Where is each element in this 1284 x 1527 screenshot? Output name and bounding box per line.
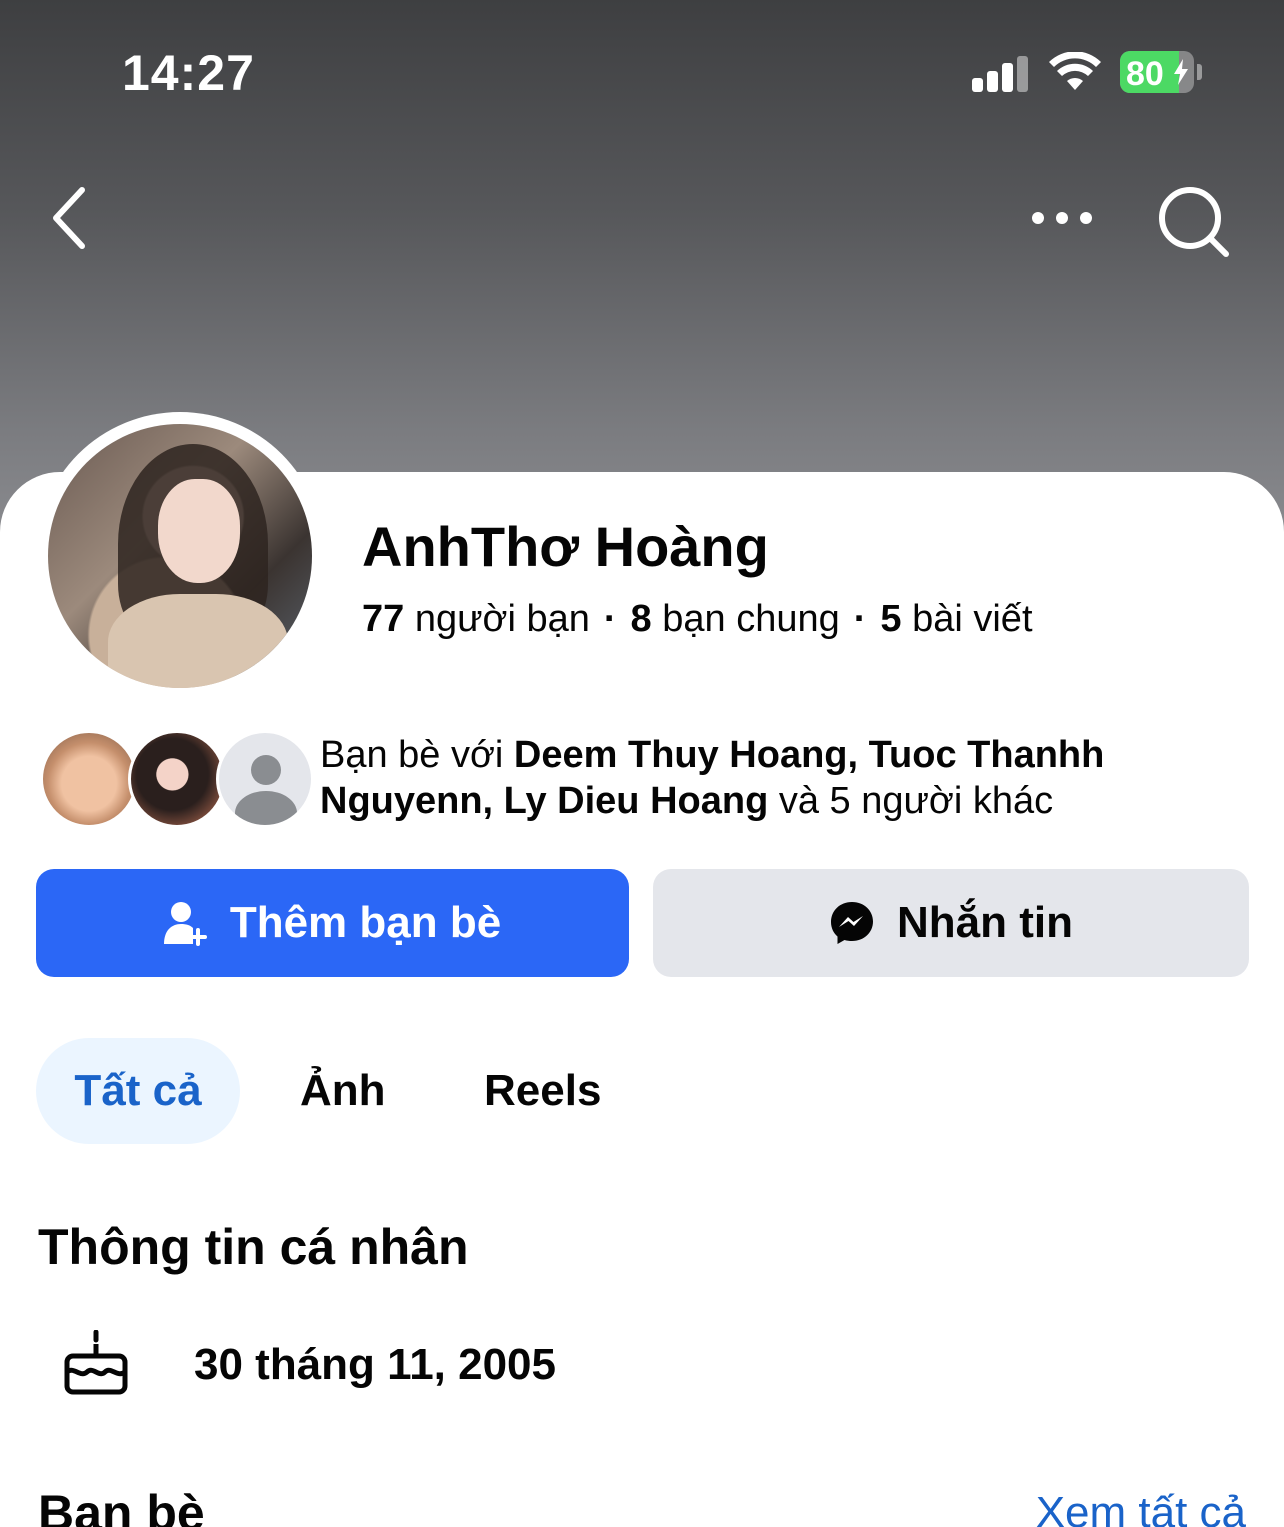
add-friend-button[interactable]: Thêm bạn bè [36, 869, 629, 977]
message-label: Nhắn tin [897, 898, 1073, 947]
tab-all[interactable]: Tất cả [36, 1038, 240, 1144]
search-icon [1159, 187, 1229, 257]
more-options-button[interactable] [1024, 196, 1100, 240]
profile-avatar[interactable] [48, 424, 312, 688]
back-button[interactable] [40, 180, 100, 256]
message-button[interactable]: Nhắn tin [653, 869, 1249, 977]
default-avatar-icon [216, 730, 314, 828]
profile-stats: 77 người bạn · 8 bạn chung · 5 bài viết [362, 598, 1033, 640]
mutual-friends-text[interactable]: Bạn bè với Deem Thuy Hoang, Tuoc Thanhh … [320, 732, 1250, 824]
birthday-value: 30 tháng 11, 2005 [194, 1340, 556, 1389]
see-all-friends-link[interactable]: Xem tất cả [1036, 1488, 1246, 1527]
status-bar: 14:27 80 [0, 0, 1284, 140]
signal-icon [972, 56, 1028, 92]
profile-name: AnhThơ Hoàng [362, 515, 769, 578]
wifi-icon [1049, 52, 1101, 90]
battery-icon: 80 [1120, 51, 1194, 93]
search-button[interactable] [1152, 180, 1236, 264]
birthday-cake-icon [64, 1330, 128, 1395]
status-time: 14:27 [122, 45, 255, 101]
chevron-left-icon [53, 187, 85, 249]
charging-bolt-icon [1174, 59, 1188, 85]
mutual-friends-avatars[interactable] [40, 730, 314, 830]
battery-tip [1197, 64, 1202, 80]
add-friend-icon [163, 902, 207, 946]
personal-info-title: Thông tin cá nhân [38, 1219, 469, 1275]
mutual-stat[interactable]: 8 bạn chung [631, 598, 840, 640]
more-horizontal-icon [1032, 212, 1092, 224]
tab-photos[interactable]: Ảnh [300, 1038, 386, 1144]
friends-section-title: Bạn bè [38, 1485, 205, 1527]
friends-stat[interactable]: 77 người bạn [362, 598, 590, 640]
mutual-avatar [40, 730, 138, 828]
mutual-avatar [128, 730, 226, 828]
tab-reels[interactable]: Reels [484, 1038, 601, 1144]
messenger-icon [831, 902, 873, 944]
battery-percent: 80 [1126, 55, 1164, 93]
posts-stat[interactable]: 5 bài viết [880, 598, 1032, 640]
add-friend-label: Thêm bạn bè [229, 898, 502, 947]
